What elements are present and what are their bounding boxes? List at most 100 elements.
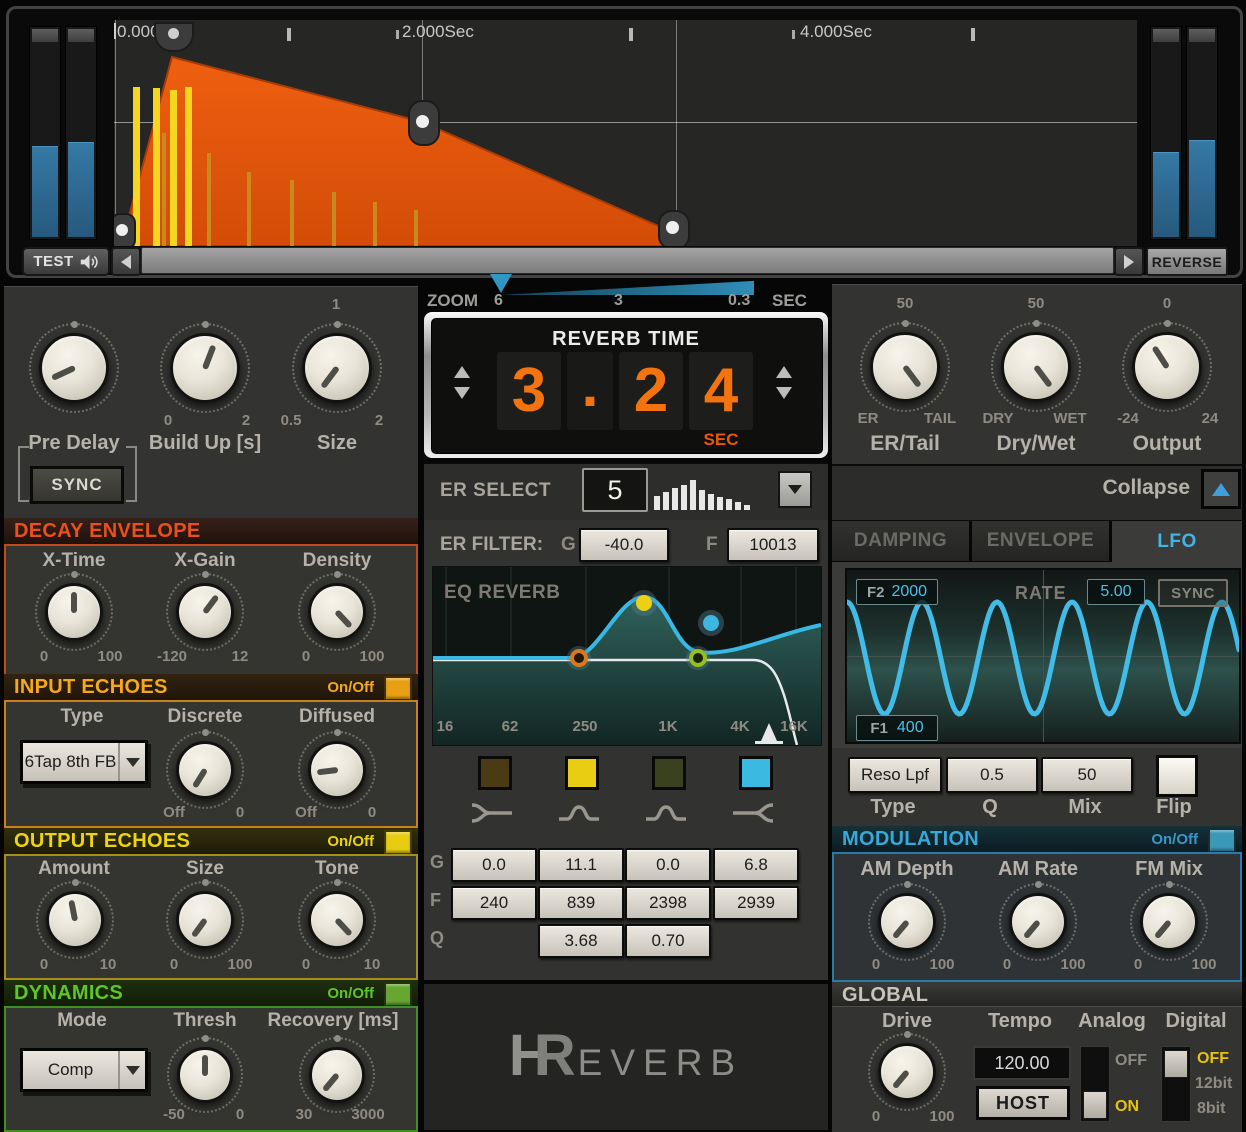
- low-shelf-icon: [471, 803, 512, 823]
- lfo-mix-field[interactable]: 50: [1041, 757, 1133, 793]
- density-knob[interactable]: [298, 571, 376, 651]
- drive-knob[interactable]: [868, 1031, 946, 1111]
- band2-freq-field[interactable]: 839: [538, 886, 624, 920]
- size-top-label: 1: [331, 296, 341, 313]
- lfo-f1-field[interactable]: F1 400: [856, 715, 938, 741]
- band2-gain-field[interactable]: 11.1: [538, 848, 624, 882]
- eq-band4-button[interactable]: [739, 756, 773, 790]
- build-up-knob[interactable]: [160, 321, 250, 413]
- eq-band1-button[interactable]: [478, 756, 512, 790]
- timeline-tick: [114, 23, 116, 39]
- predelay-bracket-right: [126, 446, 137, 502]
- discrete-max: 0: [235, 804, 245, 821]
- am-depth-knob[interactable]: [868, 881, 946, 961]
- reverb-time-title: REVERB TIME: [552, 328, 700, 350]
- input-type-dropdown[interactable]: 6Tap 8th FB: [20, 740, 148, 784]
- tempo-host-button[interactable]: HOST: [976, 1086, 1070, 1120]
- zoom-slider-handle[interactable]: [490, 274, 512, 293]
- analog-toggle-track[interactable]: [1080, 1046, 1110, 1122]
- band4-freq-field[interactable]: 2939: [713, 886, 799, 920]
- test-button[interactable]: TEST: [22, 247, 110, 276]
- reverb-time-stepper-right[interactable]: [776, 366, 792, 399]
- er-select-dropdown-button[interactable]: [778, 471, 812, 508]
- reverb-time-digit[interactable]: 2: [619, 352, 683, 430]
- collapse-button[interactable]: [1201, 469, 1241, 509]
- digital-toggle-track[interactable]: [1161, 1046, 1191, 1122]
- density-min: 0: [301, 648, 311, 665]
- oe-size-knob[interactable]: [166, 879, 244, 959]
- discrete-knob[interactable]: [166, 729, 244, 809]
- analog-on-label: ON: [1115, 1098, 1139, 1115]
- eq-band3-dot[interactable]: [689, 649, 707, 667]
- band3-gain-field[interactable]: 0.0: [625, 848, 711, 882]
- band1-freq-field[interactable]: 240: [451, 886, 537, 920]
- reverb-time-digit[interactable]: 3: [497, 352, 561, 430]
- envelope-start-handle[interactable]: [114, 213, 136, 246]
- amount-knob[interactable]: [36, 879, 114, 959]
- analog-toggle-handle[interactable]: [1083, 1091, 1107, 1119]
- er-filter-freq-field[interactable]: 10013: [727, 528, 819, 562]
- modulation-toggle[interactable]: [1208, 828, 1236, 853]
- pre-delay-knob[interactable]: [29, 321, 119, 413]
- er-tail-knob[interactable]: [860, 320, 950, 412]
- band2-q-field[interactable]: 3.68: [538, 924, 624, 958]
- eq-band4-dot[interactable]: [703, 615, 719, 631]
- reverb-time-digit[interactable]: 4: [689, 352, 753, 430]
- dry-wet-knob[interactable]: [991, 320, 1081, 412]
- eq-band2-dot[interactable]: [636, 595, 652, 611]
- output-knob[interactable]: [1122, 320, 1212, 412]
- er-tail-label: ER/Tail: [870, 432, 940, 455]
- zoom-slider-track[interactable]: [500, 280, 754, 295]
- scroll-right-button[interactable]: [1114, 247, 1144, 276]
- lfo-type-field[interactable]: Reso Lpf: [848, 757, 942, 793]
- tab-envelope[interactable]: ENVELOPE: [972, 521, 1109, 561]
- band4-gain-field[interactable]: 6.8: [713, 848, 799, 882]
- am-rate-knob[interactable]: [999, 881, 1077, 961]
- tab-damping[interactable]: DAMPING: [832, 521, 969, 561]
- recovery-max: 3000: [351, 1106, 385, 1123]
- reverb-time-stepper-left[interactable]: [454, 366, 470, 399]
- eq-band2-button[interactable]: [565, 756, 599, 790]
- predelay-sync-button[interactable]: SYNC: [30, 466, 124, 504]
- tab-lfo[interactable]: LFO: [1112, 521, 1242, 562]
- digital-off-label: OFF: [1197, 1050, 1229, 1067]
- er-filter-gain-field[interactable]: -40.0: [579, 528, 669, 562]
- fm-mix-max: 100: [1191, 956, 1217, 973]
- timeline-scrollbar[interactable]: [141, 247, 1114, 274]
- band1-gain-field[interactable]: 0.0: [451, 848, 537, 882]
- lfo-f2-field[interactable]: F2 2000: [856, 579, 938, 605]
- input-echoes-toggle[interactable]: [384, 676, 412, 701]
- fm-mix-knob[interactable]: [1130, 881, 1208, 961]
- x-gain-label: X-Gain: [174, 550, 236, 571]
- er-tail-min: ER: [857, 410, 879, 427]
- output-echoes-toggle[interactable]: [384, 830, 412, 855]
- envelope-end-handle[interactable]: [658, 210, 690, 246]
- timeline-label-4s: 4.000Sec: [800, 22, 872, 41]
- lfo-flip-button[interactable]: [1156, 755, 1198, 797]
- eq-band3-button[interactable]: [652, 756, 686, 790]
- lfo-q-field[interactable]: 0.5: [946, 757, 1038, 793]
- x-time-knob[interactable]: [35, 571, 113, 651]
- oe-size-max: 100: [227, 956, 253, 973]
- scroll-left-button[interactable]: [111, 247, 141, 276]
- x-gain-knob[interactable]: [166, 571, 244, 651]
- lfo-sync-button[interactable]: SYNC: [1158, 579, 1228, 607]
- dynamics-mode-dropdown[interactable]: Comp: [20, 1048, 148, 1092]
- tone-max: 10: [363, 956, 381, 973]
- er-select-value[interactable]: 5: [582, 468, 648, 512]
- eq-band1-dot[interactable]: [570, 649, 588, 667]
- band3-q-field[interactable]: 0.70: [625, 924, 711, 958]
- diffused-knob[interactable]: [298, 729, 376, 809]
- dynamics-toggle[interactable]: [384, 982, 412, 1007]
- tone-knob[interactable]: [298, 879, 376, 959]
- envelope-mid-handle[interactable]: [408, 100, 440, 146]
- digital-toggle-handle[interactable]: [1164, 1050, 1188, 1078]
- recovery-knob[interactable]: [299, 1035, 375, 1113]
- thresh-knob[interactable]: [167, 1035, 243, 1113]
- band3-freq-field[interactable]: 2398: [625, 886, 711, 920]
- reverse-button[interactable]: REVERSE: [1146, 247, 1228, 276]
- lfo-rate-field[interactable]: 5.00: [1087, 579, 1145, 605]
- size-knob[interactable]: [292, 321, 382, 413]
- output-echoes-onoff-label: On/Off: [327, 833, 374, 850]
- tempo-display[interactable]: 120.00: [973, 1046, 1071, 1080]
